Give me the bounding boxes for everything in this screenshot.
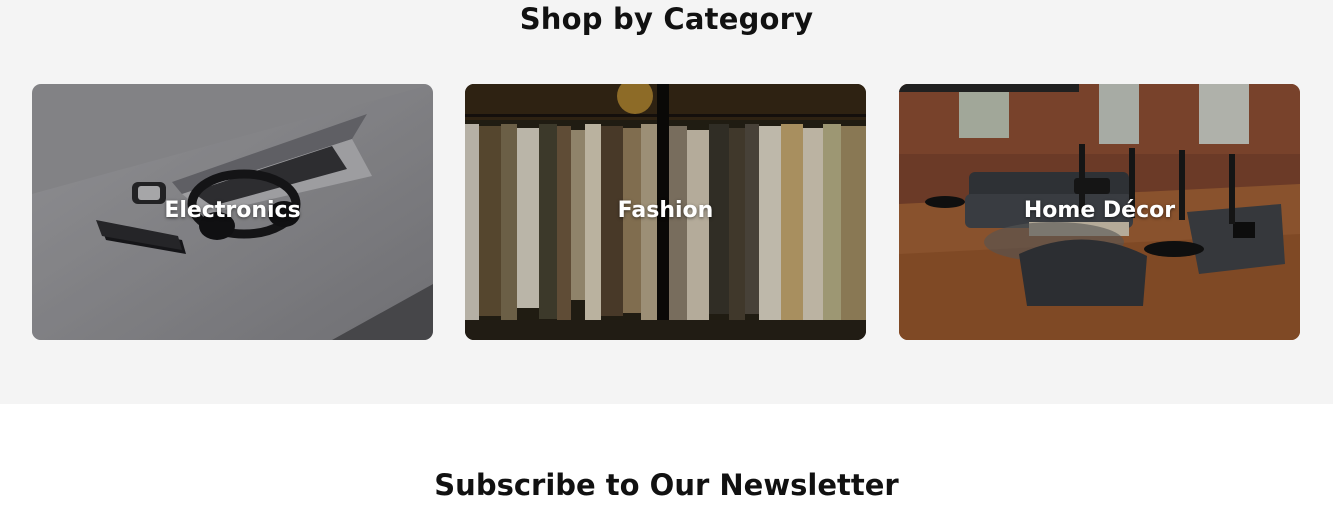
category-card-fashion[interactable]: Fashion: [465, 84, 866, 340]
category-label-fashion: Fashion: [617, 198, 714, 223]
category-label-electronics: Electronics: [164, 198, 301, 223]
shop-by-category-section: Shop by Category Electronics Fashion Hom…: [0, 0, 1333, 404]
newsletter-heading: Subscribe to Our Newsletter: [434, 468, 899, 502]
category-card-home-decor[interactable]: Home Décor: [899, 84, 1300, 340]
category-card-electronics[interactable]: Electronics: [32, 84, 433, 340]
newsletter-section: Subscribe to Our Newsletter: [0, 404, 1333, 520]
category-label-home-decor: Home Décor: [1023, 198, 1176, 223]
shop-by-category-heading: Shop by Category: [519, 2, 814, 36]
